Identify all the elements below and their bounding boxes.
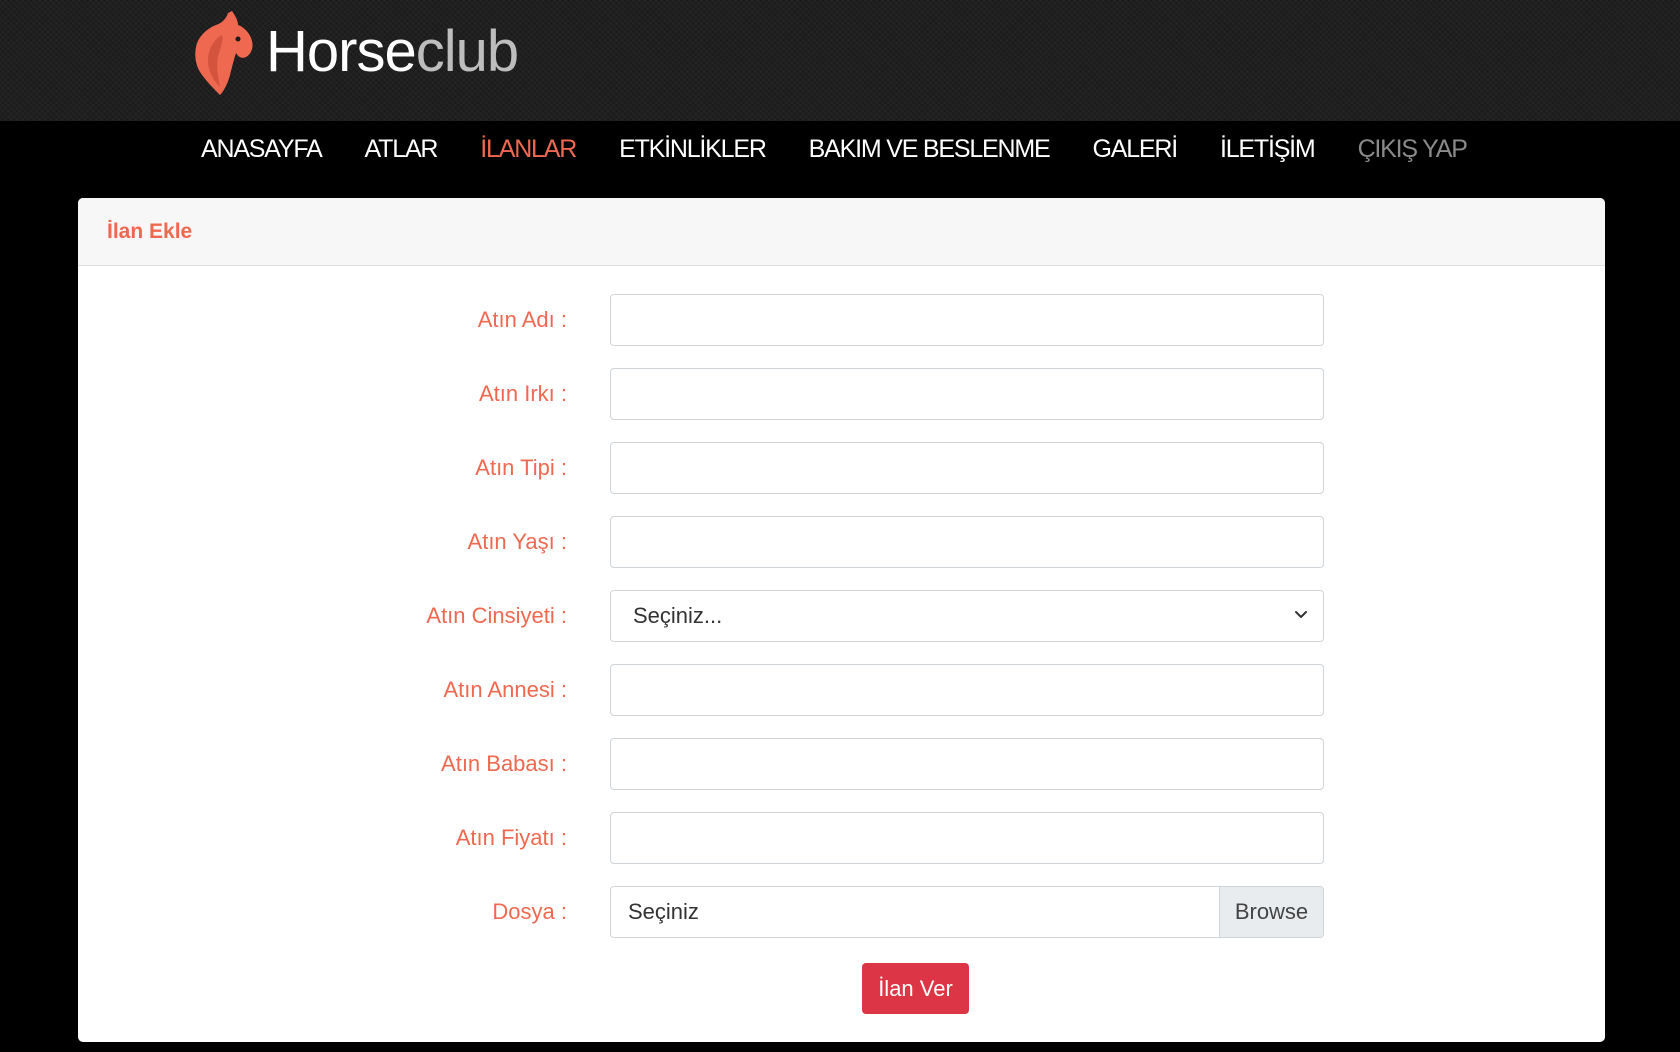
main-nav: ANASAYFA ATLAR İLANLAR ETKİNLİKLER BAKIM… bbox=[0, 121, 1680, 197]
horse-father-input[interactable] bbox=[610, 738, 1324, 790]
card-title: İlan Ekle bbox=[107, 219, 193, 243]
form-row-horse-gender: Atın Cinsiyeti : Seçiniz... bbox=[78, 590, 1605, 642]
horse-age-label: Atın Yaşı : bbox=[467, 529, 567, 554]
nav-item-ilanlar[interactable]: İLANLAR bbox=[480, 131, 577, 167]
horse-type-label: Atın Tipi : bbox=[475, 455, 567, 480]
browse-button[interactable]: Browse bbox=[1219, 887, 1323, 937]
file-label: Dosya : bbox=[492, 899, 567, 924]
site-header: Horseclub bbox=[0, 0, 1680, 121]
horse-mother-input[interactable] bbox=[610, 664, 1324, 716]
site-logo[interactable]: Horseclub bbox=[192, 8, 519, 96]
card-header: İlan Ekle bbox=[78, 198, 1605, 266]
file-input[interactable]: Seçiniz Browse bbox=[610, 886, 1324, 938]
nav-item-etkinlikler[interactable]: ETKİNLİKLER bbox=[619, 131, 767, 167]
form-row-horse-father: Atın Babası : bbox=[78, 738, 1605, 790]
nav-item-atlar[interactable]: ATLAR bbox=[365, 131, 439, 167]
horse-name-input[interactable] bbox=[610, 294, 1324, 346]
form-row-horse-mother: Atın Annesi : bbox=[78, 664, 1605, 716]
brand-name-secondary: club bbox=[415, 19, 519, 84]
nav-item-iletisim[interactable]: İLETİŞİM bbox=[1220, 131, 1316, 167]
nav-item-galeri[interactable]: GALERİ bbox=[1092, 131, 1178, 167]
file-placeholder: Seçiniz bbox=[628, 899, 699, 924]
brand-name: Horseclub bbox=[266, 23, 519, 81]
horse-gender-label: Atın Cinsiyeti : bbox=[426, 603, 567, 628]
form-row-horse-name: Atın Adı : bbox=[78, 294, 1605, 346]
horse-type-input[interactable] bbox=[610, 442, 1324, 494]
form-row-file: Dosya : Seçiniz Browse bbox=[78, 886, 1605, 938]
form-row-horse-type: Atın Tipi : bbox=[78, 442, 1605, 494]
horse-price-input[interactable] bbox=[610, 812, 1324, 864]
nav-item-bakim-ve-beslenme[interactable]: BAKIM VE BESLENME bbox=[809, 131, 1051, 167]
horse-father-label: Atın Babası : bbox=[441, 751, 567, 776]
horse-mother-label: Atın Annesi : bbox=[443, 677, 567, 702]
horse-breed-label: Atın Irkı : bbox=[478, 381, 567, 406]
form-row-horse-age: Atın Yaşı : bbox=[78, 516, 1605, 568]
horse-breed-input[interactable] bbox=[610, 368, 1324, 420]
nav-item-cikis-yap[interactable]: ÇIKIŞ YAP bbox=[1358, 131, 1468, 167]
nav-item-anasayfa[interactable]: ANASAYFA bbox=[201, 131, 323, 167]
form-row-horse-price: Atın Fiyatı : bbox=[78, 812, 1605, 864]
chevron-down-icon bbox=[1295, 611, 1307, 618]
form-row-horse-breed: Atın Irkı : bbox=[78, 368, 1605, 420]
ad-form-card: İlan Ekle Atın Adı : Atın Irkı : Atın Ti… bbox=[78, 198, 1605, 1042]
horse-age-input[interactable] bbox=[610, 516, 1324, 568]
horse-gender-select[interactable]: Seçiniz... bbox=[610, 590, 1324, 642]
horse-price-label: Atın Fiyatı : bbox=[455, 825, 567, 850]
horse-name-label: Atın Adı : bbox=[477, 307, 567, 332]
brand-name-primary: Horse bbox=[266, 19, 417, 84]
horse-gender-selected: Seçiniz... bbox=[633, 603, 723, 628]
horse-head-icon bbox=[195, 11, 253, 95]
submit-ad-button[interactable]: İlan Ver bbox=[862, 963, 969, 1014]
